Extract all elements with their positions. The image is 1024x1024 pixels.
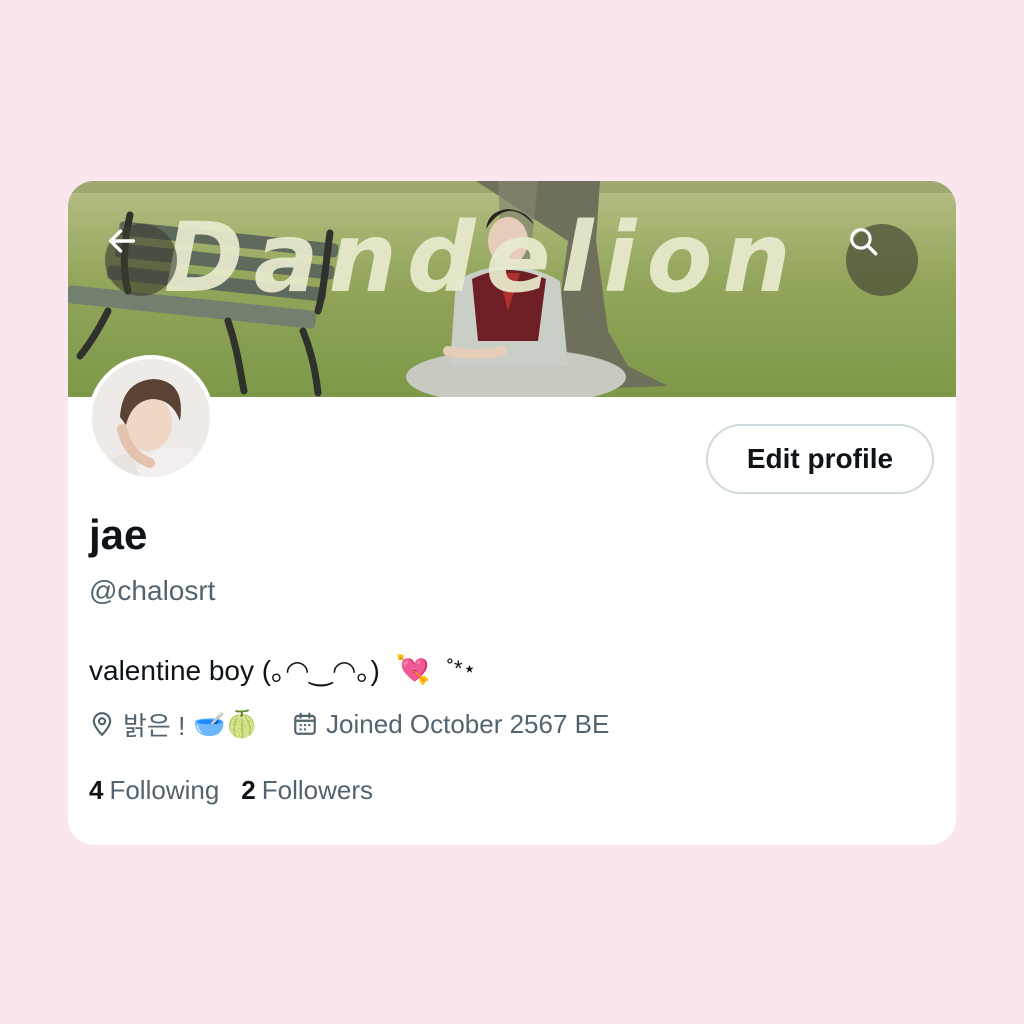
location-pin-icon [92,712,112,737]
followers-label: Followers [261,775,374,805]
location-emojis: 🥣🍈 [193,708,259,739]
profile-location: 밝은 ! 🥣🍈 [89,706,258,743]
profile-name: jae [89,511,148,558]
location-text: 밝은 ! [123,710,186,741]
following-label: Following [109,775,220,805]
profile-handle: @chalosrt [89,575,216,606]
avatar-photo [92,359,210,477]
following-link[interactable]: 4 Following [89,775,219,806]
calendar-icon [294,712,316,735]
edit-profile-button[interactable]: Edit profile [706,424,934,494]
profile-stats: 4 Following 2 Followers [89,775,373,806]
bio-sparkles: ˚*⋆ [446,656,477,681]
profile-card: Dandelion Edit profile jae @chalosrt val… [68,181,956,845]
heart-arrow-emoji: 💘 [395,653,431,685]
profile-bio: valentine boy (｡◠‿◠｡) 💘 ˚*⋆ [89,649,476,689]
avatar[interactable] [88,355,214,481]
profile-joined-date: Joined October 2567 BE [292,709,609,740]
joined-text: Joined October 2567 BE [326,708,610,739]
arrow-left-icon [108,229,136,253]
back-button[interactable] [105,224,177,296]
bio-text: valentine boy (｡◠‿◠｡) [89,655,380,686]
followers-link[interactable]: 2 Followers [241,775,373,806]
profile-banner[interactable]: Dandelion [68,181,956,397]
followers-count: 2 [241,775,256,805]
profile-meta: 밝은 ! 🥣🍈 Joined October 2567 BE [89,707,609,741]
banner-title-text: Dandelion [164,202,801,314]
search-button[interactable] [846,224,918,296]
search-icon [850,228,878,256]
following-count: 4 [89,775,104,805]
